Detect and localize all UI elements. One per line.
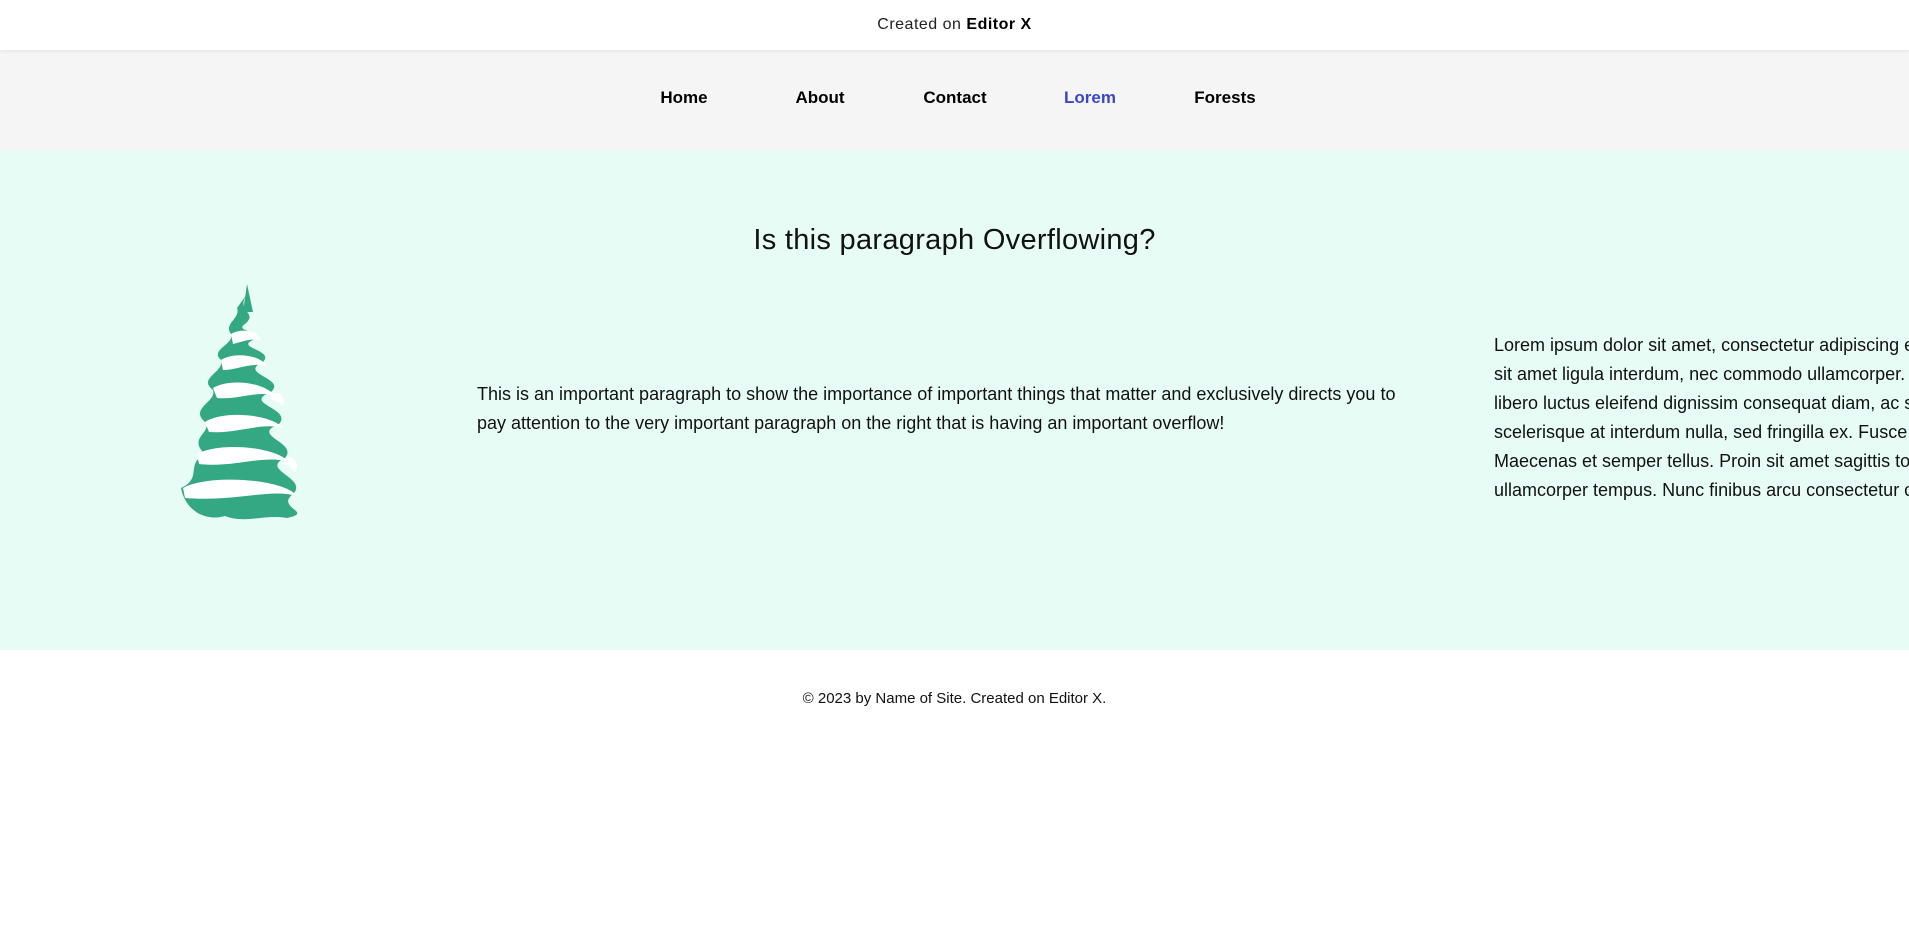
overflowing-paragraph: Lorem ipsum dolor sit amet, consectetur …: [1494, 335, 1909, 500]
site-footer: © 2023 by Name of Site. Created on Edito…: [0, 650, 1909, 940]
nav-item-home[interactable]: Home: [619, 88, 749, 108]
nav-item-contact[interactable]: Contact: [890, 88, 1020, 108]
content-section: Is this paragraph Overflowing? This is a…: [0, 150, 1909, 650]
banner-brand[interactable]: Editor X: [966, 16, 1031, 34]
nav-item-lorem[interactable]: Lorem: [1025, 88, 1155, 108]
editor-x-banner[interactable]: Created on Editor X: [0, 0, 1909, 50]
section-heading: Is this paragraph Overflowing?: [753, 224, 1156, 256]
banner-prefix: Created on: [877, 16, 962, 33]
pine-tree-icon: [181, 284, 298, 520]
footer-copyright: © 2023 by Name of Site. Created on Edito…: [802, 690, 1107, 707]
important-paragraph: This is an important paragraph to show t…: [477, 384, 1396, 433]
main-navigation: Home About Contact Lorem Forests: [0, 50, 1909, 150]
nav-item-forests[interactable]: Forests: [1160, 88, 1290, 108]
nav-item-about[interactable]: About: [755, 88, 885, 108]
